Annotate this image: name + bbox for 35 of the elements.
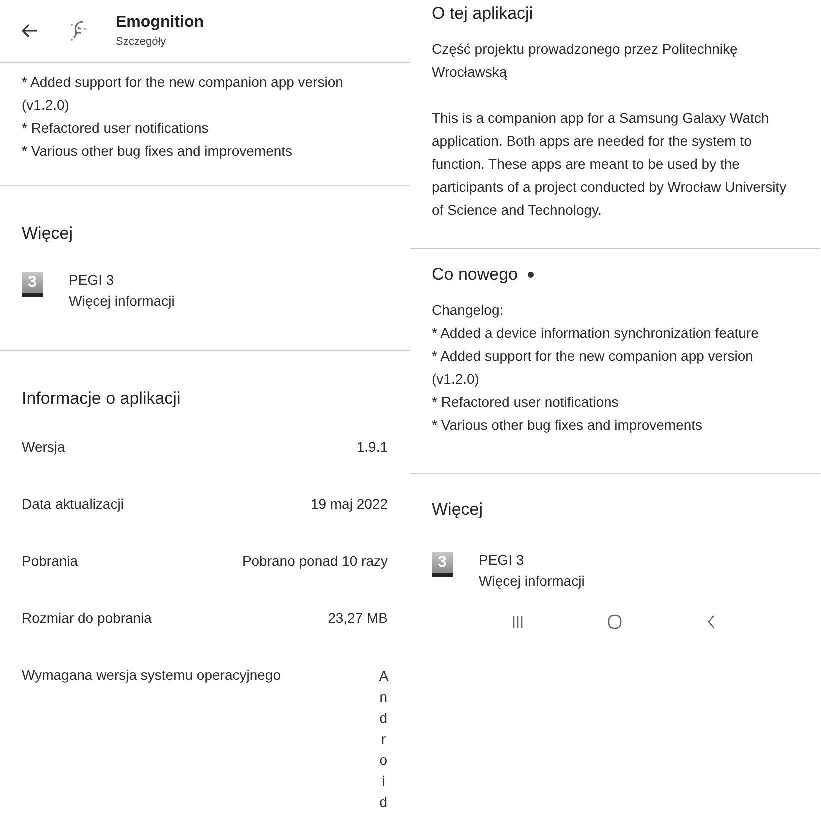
page-subtitle: Szczegóły bbox=[116, 36, 168, 48]
more-info-link[interactable]: Więcej informacji bbox=[69, 291, 175, 312]
info-value: 19 maj 2022 bbox=[310, 496, 388, 512]
changelog-line: * Various other bug fixes and improvements bbox=[432, 416, 704, 435]
changelog-line: * Added support for the new companion app version (v1.2.0) bbox=[22, 73, 344, 115]
rating-label: PEGI 3 bbox=[69, 271, 116, 290]
changelog-line: * Refactored user notifications bbox=[432, 393, 620, 412]
rating-label: PEGI 3 bbox=[479, 551, 526, 570]
age-rating-badge: 3 bbox=[22, 272, 43, 297]
app-title: Emognition bbox=[116, 14, 204, 32]
description-paragraph: This is a companion app for a Samsung Galaxy Watch application. Both apps are needed for the system to function. These apps are meant to be used by the participants of a project conducted by Wrocław University of Science and Technology. bbox=[431, 109, 788, 220]
changelog-line: * Added support for the new companion app version (v1.2.0) bbox=[432, 347, 754, 389]
section-heading: Więcej bbox=[21, 224, 74, 244]
more-info-link[interactable]: Więcej informacji bbox=[479, 571, 585, 592]
info-value: 23,27 MB bbox=[328, 610, 388, 626]
age-rating-badge: 3 bbox=[432, 552, 453, 577]
section-heading: Co nowego bbox=[432, 265, 518, 285]
info-label: Pobrania bbox=[22, 553, 78, 569]
changelog-line: * Various other bug fixes and improvements bbox=[22, 142, 294, 161]
section-heading: Informacje o aplikacji bbox=[21, 389, 182, 409]
section-heading: O tej aplikacji bbox=[431, 4, 534, 24]
section-heading: Więcej bbox=[431, 500, 484, 520]
changelog-line: * Refactored user notifications bbox=[22, 119, 210, 138]
info-value: 1.9.1 bbox=[356, 439, 388, 455]
description-paragraph: Część projektu prowadzonego przez Politechnikę Wrocławską bbox=[431, 40, 739, 82]
info-label: Wersja bbox=[22, 439, 66, 455]
info-label: Wymagana wersja systemu operacyjnego bbox=[22, 667, 281, 683]
info-value: Pobrano ponad 10 razy bbox=[242, 553, 388, 569]
info-label: Rozmiar do pobrania bbox=[22, 610, 152, 626]
info-value: Android bbox=[379, 667, 388, 812]
changelog-heading: Changelog: bbox=[432, 301, 505, 320]
info-label: Data aktualizacji bbox=[22, 496, 124, 512]
changelog-line: * Added a device information synchronization feature bbox=[432, 324, 760, 343]
home-icon[interactable] bbox=[606, 614, 623, 630]
back-icon[interactable] bbox=[22, 24, 38, 38]
